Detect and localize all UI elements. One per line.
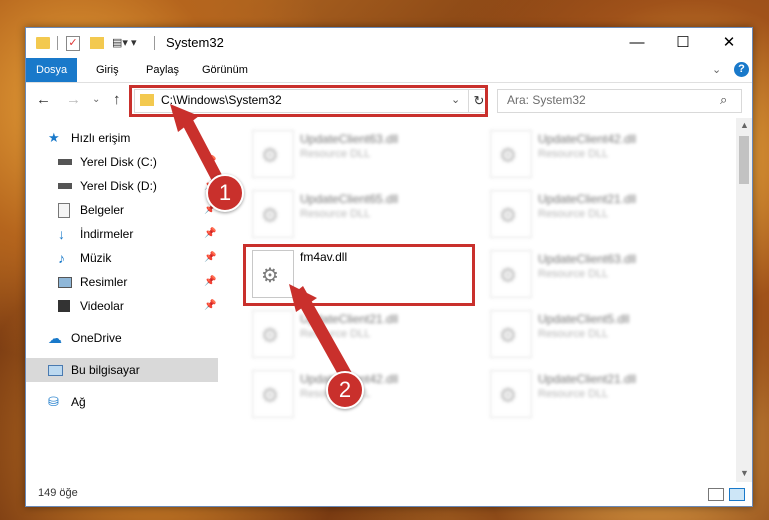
step-badge-1: 1 [206, 174, 244, 212]
annotation-arrows [170, 104, 352, 380]
step-badge-2: 2 [326, 371, 364, 409]
